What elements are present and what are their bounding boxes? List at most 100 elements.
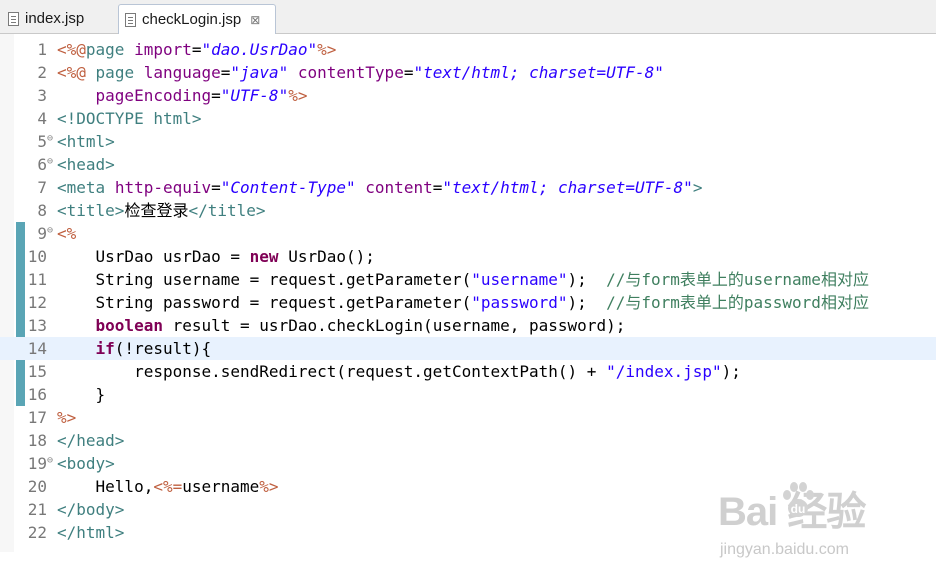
- code-token: %>: [57, 408, 77, 427]
- code-token: import: [134, 40, 192, 59]
- code-token: );: [567, 270, 607, 289]
- code-editor[interactable]: 1 <%@page import="dao.UsrDao"%> 2 <%@ page …: [0, 34, 936, 558]
- line-number: 2: [37, 63, 47, 82]
- baidu-jingyan-watermark: Bai 经验 du jingyan.baidu.com: [718, 479, 928, 574]
- code-text: boolean result = usrDao.checkLogin(usern…: [57, 314, 626, 337]
- line-number: 18: [27, 431, 47, 450]
- code-token: <body>: [57, 454, 115, 473]
- code-token: <%: [57, 224, 77, 243]
- line-number: 4: [37, 109, 47, 128]
- fold-toggle-icon[interactable]: ⊖: [47, 150, 53, 173]
- code-token: =: [211, 178, 221, 197]
- code-line[interactable]: 11 String username = request.getParamete…: [0, 268, 936, 291]
- code-token: result = usrDao.checkLogin(username, pas…: [162, 316, 626, 335]
- code-line[interactable]: 9 ⊖ <%: [0, 222, 936, 245]
- code-line[interactable]: 16 }: [0, 383, 936, 406]
- code-token: pageEncoding: [95, 86, 212, 105]
- tab-index-jsp[interactable]: index.jsp: [2, 4, 114, 33]
- code-token: <html>: [57, 132, 115, 151]
- fold-toggle-icon[interactable]: ⊖: [47, 449, 53, 472]
- code-token: page: [85, 40, 125, 59]
- tab-checklogin-jsp[interactable]: checkLogin.jsp ⊠: [118, 4, 276, 34]
- watermark-site: jingyan.baidu.com: [720, 541, 849, 558]
- editor-tab-bar: index.jsp checkLogin.jsp ⊠: [0, 0, 936, 34]
- line-number: 1: [37, 40, 47, 59]
- code-token: </title>: [188, 201, 266, 220]
- code-token: UsrDao usrDao =: [57, 247, 250, 266]
- code-text: UsrDao usrDao = new UsrDao();: [57, 245, 375, 268]
- jsp-file-icon: [125, 12, 136, 27]
- code-text: </body>: [57, 498, 124, 521]
- code-token: language: [143, 63, 221, 82]
- code-token: >: [692, 178, 703, 197]
- code-line[interactable]: 3 pageEncoding="UTF-8"%>: [0, 84, 936, 107]
- line-number: 20: [27, 477, 47, 496]
- code-line[interactable]: 19 ⊖ <body>: [0, 452, 936, 475]
- line-number: 13: [27, 316, 47, 335]
- code-line[interactable]: 8 <title>检查登录</title>: [0, 199, 936, 222]
- code-token: String username = request.getParameter(: [57, 270, 472, 289]
- line-number: 22: [27, 523, 47, 542]
- tab-label: checkLogin.jsp: [142, 11, 242, 28]
- code-line[interactable]: 13 boolean result = usrDao.checkLogin(us…: [0, 314, 936, 337]
- code-token: //与form表单上的username相对应: [606, 270, 869, 289]
- close-tab-icon[interactable]: ⊠: [250, 13, 260, 27]
- code-text: <meta http-equiv="Content-Type" content=…: [57, 176, 702, 199]
- code-token: %>: [317, 40, 337, 59]
- fold-toggle-icon[interactable]: ⊖: [47, 219, 53, 242]
- line-number: 9: [37, 224, 47, 243]
- line-number: 15: [27, 362, 47, 381]
- code-token: boolean: [95, 316, 163, 335]
- code-token: =: [191, 40, 202, 59]
- code-line[interactable]: 5 ⊖ <html>: [0, 130, 936, 153]
- code-text: <!DOCTYPE html>: [57, 107, 202, 130]
- code-line[interactable]: 2 <%@ page language="java" contentType="t…: [0, 61, 936, 84]
- code-token: 检查登录: [124, 201, 189, 220]
- code-line[interactable]: 12 String password = request.getParamete…: [0, 291, 936, 314]
- code-text: Hello,<%=username%>: [57, 475, 279, 498]
- code-lines[interactable]: 1 <%@page import="dao.UsrDao"%> 2 <%@ page …: [0, 38, 936, 544]
- code-line[interactable]: 4 <!DOCTYPE html>: [0, 107, 936, 130]
- code-token: <meta: [57, 178, 106, 197]
- code-text: if(!result){: [57, 337, 212, 360]
- code-token: contentType: [297, 63, 404, 82]
- code-line[interactable]: 17 %>: [0, 406, 936, 429]
- code-token: =: [211, 86, 221, 105]
- code-token: <%@: [57, 63, 86, 82]
- code-line[interactable]: 1 <%@page import="dao.UsrDao"%>: [0, 38, 936, 61]
- line-number: 19: [27, 454, 47, 473]
- code-token: "password": [471, 293, 568, 312]
- line-number: 10: [27, 247, 47, 266]
- code-line[interactable]: 7 <meta http-equiv="Content-Type" content…: [0, 176, 936, 199]
- code-token: =: [432, 178, 443, 197]
- line-number: 11: [27, 270, 47, 289]
- line-number: 12: [27, 293, 47, 312]
- code-token: );: [721, 362, 741, 381]
- code-text: <%@page import="dao.UsrDao"%>: [57, 38, 336, 61]
- code-token: http-equiv: [114, 178, 212, 197]
- code-token: <title>: [57, 201, 125, 220]
- code-token: String password = request.getParameter(: [57, 293, 472, 312]
- code-line[interactable]: 14 if(!result){: [0, 337, 936, 360]
- code-line[interactable]: 15 response.sendRedirect(request.getCont…: [0, 360, 936, 383]
- code-token: }: [57, 385, 106, 404]
- code-line[interactable]: 6 ⊖ <head>: [0, 153, 936, 176]
- code-text: String username = request.getParameter("…: [57, 268, 869, 291]
- fold-toggle-icon[interactable]: ⊖: [47, 127, 53, 150]
- code-token: </html>: [57, 523, 125, 542]
- code-line[interactable]: 18 </head>: [0, 429, 936, 452]
- code-token: );: [567, 293, 607, 312]
- code-text: </head>: [57, 429, 124, 452]
- code-text: %>: [57, 406, 76, 429]
- code-token: Hello,: [57, 477, 154, 496]
- tab-label: index.jsp: [25, 10, 85, 27]
- code-text: <%@ page language="java" contentType="te…: [57, 61, 664, 84]
- code-line[interactable]: 10 UsrDao usrDao = new UsrDao();: [0, 245, 936, 268]
- code-text: </html>: [57, 521, 124, 544]
